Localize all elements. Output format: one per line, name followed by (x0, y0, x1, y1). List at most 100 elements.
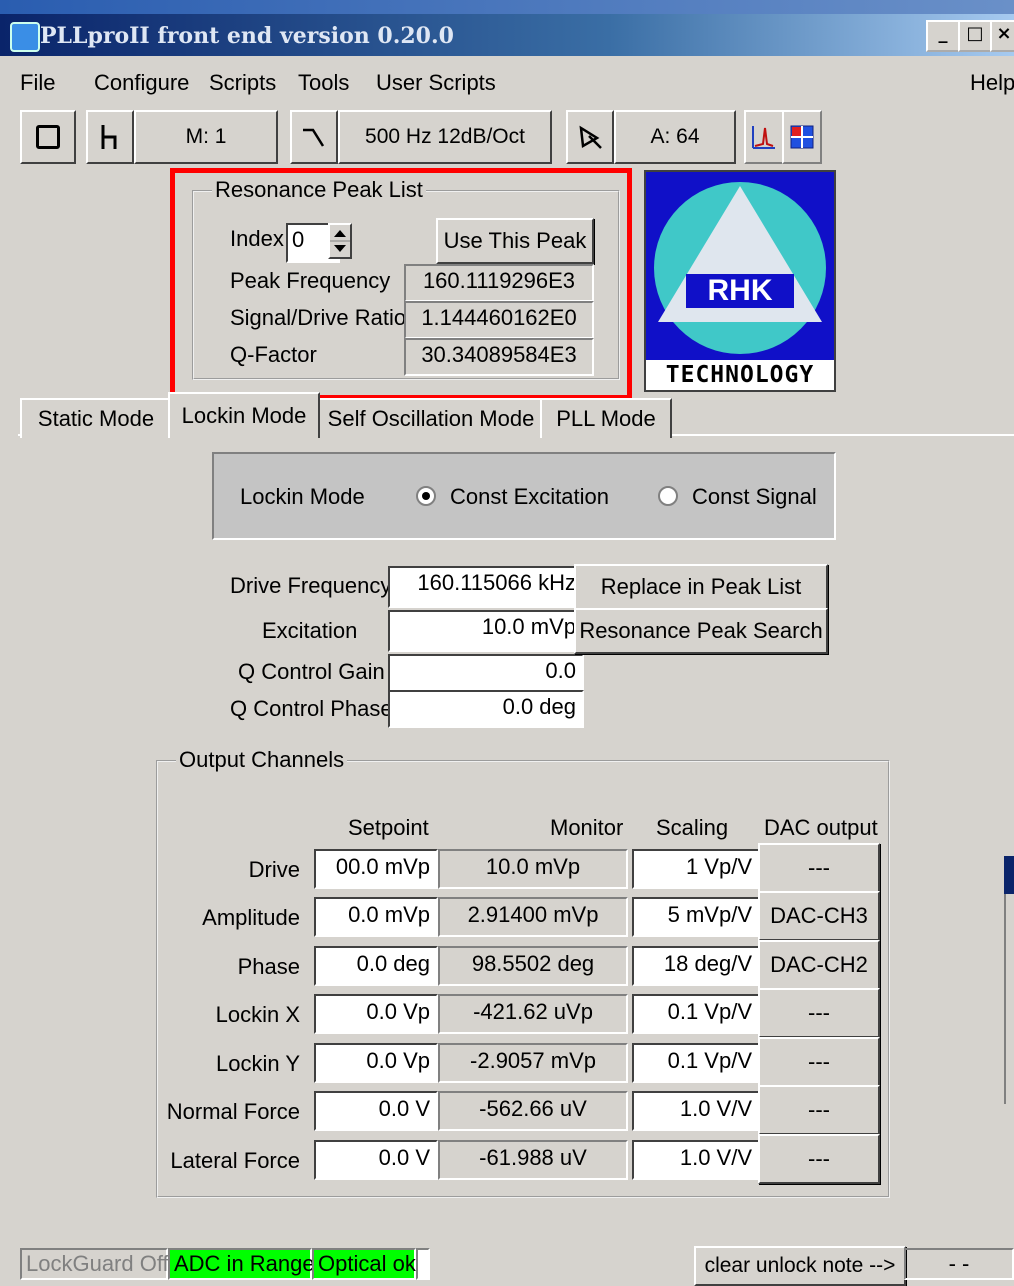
monitor-value: 2.91400 mVp (438, 897, 628, 937)
lockin-mode-label: Lockin Mode (240, 484, 365, 509)
minimize-button[interactable]: _ (926, 20, 960, 52)
scaling-input[interactable]: 1 Vp/V (632, 849, 760, 889)
index-label: Index (230, 226, 284, 251)
logo-text: RHK (707, 274, 773, 307)
menu-bar: File Configure Scripts Tools User Script… (0, 60, 1014, 104)
dac-output-button[interactable]: DAC-CH3 (758, 891, 880, 941)
desktop-strip (0, 0, 1014, 14)
square-button[interactable] (20, 110, 76, 164)
header-scaling: Scaling (656, 815, 729, 840)
tab-pll-mode[interactable]: PLL Mode (540, 398, 672, 438)
title-bar[interactable]: PLLproII front end version 0.20.0 _ □ × (0, 14, 1014, 56)
setpoint-input[interactable]: 00.0 mVp (314, 849, 438, 889)
resonance-peak-search-button[interactable]: Resonance Peak Search (574, 608, 828, 654)
spinner-arrows-icon (330, 230, 350, 252)
setpoint-input[interactable]: 0.0 V (314, 1140, 438, 1180)
q-factor-value: 30.34089584E3 (404, 338, 594, 376)
setpoint-input[interactable]: 0.0 V (314, 1091, 438, 1131)
step-icon (101, 125, 117, 149)
monitor-value: -61.988 uV (438, 1140, 628, 1180)
menu-file[interactable]: File (20, 70, 55, 96)
replace-in-peak-list-button[interactable]: Replace in Peak List (574, 564, 828, 610)
setpoint-input[interactable]: 0.0 deg (314, 946, 438, 986)
const-excitation-radio[interactable] (416, 486, 436, 506)
step-button[interactable] (86, 110, 134, 164)
q-control-gain-input[interactable]: 0.0 (388, 654, 584, 692)
scaling-input[interactable]: 0.1 Vp/V (632, 1043, 760, 1083)
offscreen-panel-edge (1004, 894, 1014, 1104)
scaling-input[interactable]: 18 deg/V (632, 946, 760, 986)
filter-button[interactable]: 500 Hz 12dB/Oct (338, 110, 552, 164)
setpoint-input[interactable]: 0.0 Vp (314, 994, 438, 1034)
use-this-peak-button[interactable]: Use This Peak (436, 218, 594, 264)
monitor-value: -421.62 uVp (438, 994, 628, 1034)
status-spacer (416, 1248, 430, 1280)
mode-button[interactable]: M: 1 (134, 110, 278, 164)
channel-name: Normal Force (166, 1099, 300, 1124)
optical-status: Optical ok (312, 1248, 416, 1280)
header-monitor: Monitor (550, 815, 624, 840)
drive-frequency-input[interactable]: 160.115066 kHz (388, 566, 584, 608)
dac-output-button[interactable]: DAC-CH2 (758, 940, 880, 990)
dac-output-button[interactable]: --- (758, 843, 880, 893)
probe-button[interactable] (566, 110, 614, 164)
square-icon (36, 125, 60, 149)
scaling-input[interactable]: 0.1 Vp/V (632, 994, 760, 1034)
spectrum-button[interactable] (744, 110, 784, 164)
dac-output-button[interactable]: --- (758, 1134, 880, 1184)
lowpass-icon (303, 128, 325, 147)
tab-static-mode[interactable]: Static Mode (20, 398, 172, 438)
logo-subtext: TECHNOLOGY (665, 362, 815, 388)
peak-list-title: Resonance Peak List (212, 177, 426, 203)
unlock-note-field: - - (904, 1248, 1014, 1280)
grid-icon (790, 125, 814, 149)
channel-name: Phase (237, 954, 300, 979)
dac-output-button[interactable]: --- (758, 988, 880, 1038)
channel-name: Lockin Y (216, 1051, 300, 1076)
menu-scripts[interactable]: Scripts (209, 70, 276, 96)
toolbar: M: 1 500 Hz 12dB/Oct A: 64 (20, 110, 1014, 164)
q-factor-label: Q-Factor (230, 342, 317, 367)
menu-configure[interactable]: Configure (94, 70, 189, 96)
monitor-value: -562.66 uV (438, 1091, 628, 1131)
const-signal-label: Const Signal (692, 484, 817, 509)
tab-lockin-mode[interactable]: Lockin Mode (168, 392, 320, 438)
peak-frequency-label: Peak Frequency (230, 268, 391, 293)
scaling-input[interactable]: 1.0 V/V (632, 1140, 760, 1180)
rhk-logo: RHK TECHNOLOGY (644, 170, 836, 392)
channel-name: Lateral Force (170, 1148, 300, 1173)
maximize-button[interactable]: □ (958, 20, 992, 52)
q-control-gain-label: Q Control Gain (238, 659, 385, 684)
menu-tools[interactable]: Tools (298, 70, 349, 96)
drive-frequency-label: Drive Frequency (230, 573, 392, 598)
filter-shape-button[interactable] (290, 110, 338, 164)
window-title: PLLproII front end version 0.20.0 (40, 23, 454, 49)
scaling-input[interactable]: 5 mVp/V (632, 897, 760, 937)
spectrum-icon (752, 126, 775, 149)
excitation-input[interactable]: 10.0 mVp (388, 610, 584, 652)
app-icon (10, 22, 40, 52)
monitor-value: 98.5502 deg (438, 946, 628, 986)
const-excitation-label: Const Excitation (450, 484, 609, 509)
offscreen-window-edge (1004, 856, 1014, 894)
grid-button[interactable] (782, 110, 822, 164)
setpoint-input[interactable]: 0.0 mVp (314, 897, 438, 937)
dac-output-button[interactable]: --- (758, 1085, 880, 1135)
probe-icon (579, 125, 602, 149)
peak-frequency-value: 160.1119296E3 (404, 264, 594, 302)
scaling-input[interactable]: 1.0 V/V (632, 1091, 760, 1131)
dac-output-button[interactable]: --- (758, 1037, 880, 1087)
close-button[interactable]: × (990, 20, 1014, 52)
amp-button[interactable]: A: 64 (614, 110, 736, 164)
signal-drive-ratio-label: Signal/Drive Ratio (230, 305, 407, 330)
output-channels-title: Output Channels (176, 747, 348, 773)
clear-unlock-note-button[interactable]: clear unlock note --> (694, 1246, 906, 1286)
setpoint-input[interactable]: 0.0 Vp (314, 1043, 438, 1083)
monitor-value: -2.9057 mVp (438, 1043, 628, 1083)
menu-user-scripts[interactable]: User Scripts (376, 70, 496, 96)
tab-self-oscillation-mode[interactable]: Self Oscillation Mode (318, 398, 544, 438)
const-signal-radio[interactable] (658, 486, 678, 506)
q-control-phase-input[interactable]: 0.0 deg (388, 690, 584, 728)
index-spinner[interactable] (328, 223, 352, 259)
menu-help[interactable]: Help (970, 70, 1014, 96)
